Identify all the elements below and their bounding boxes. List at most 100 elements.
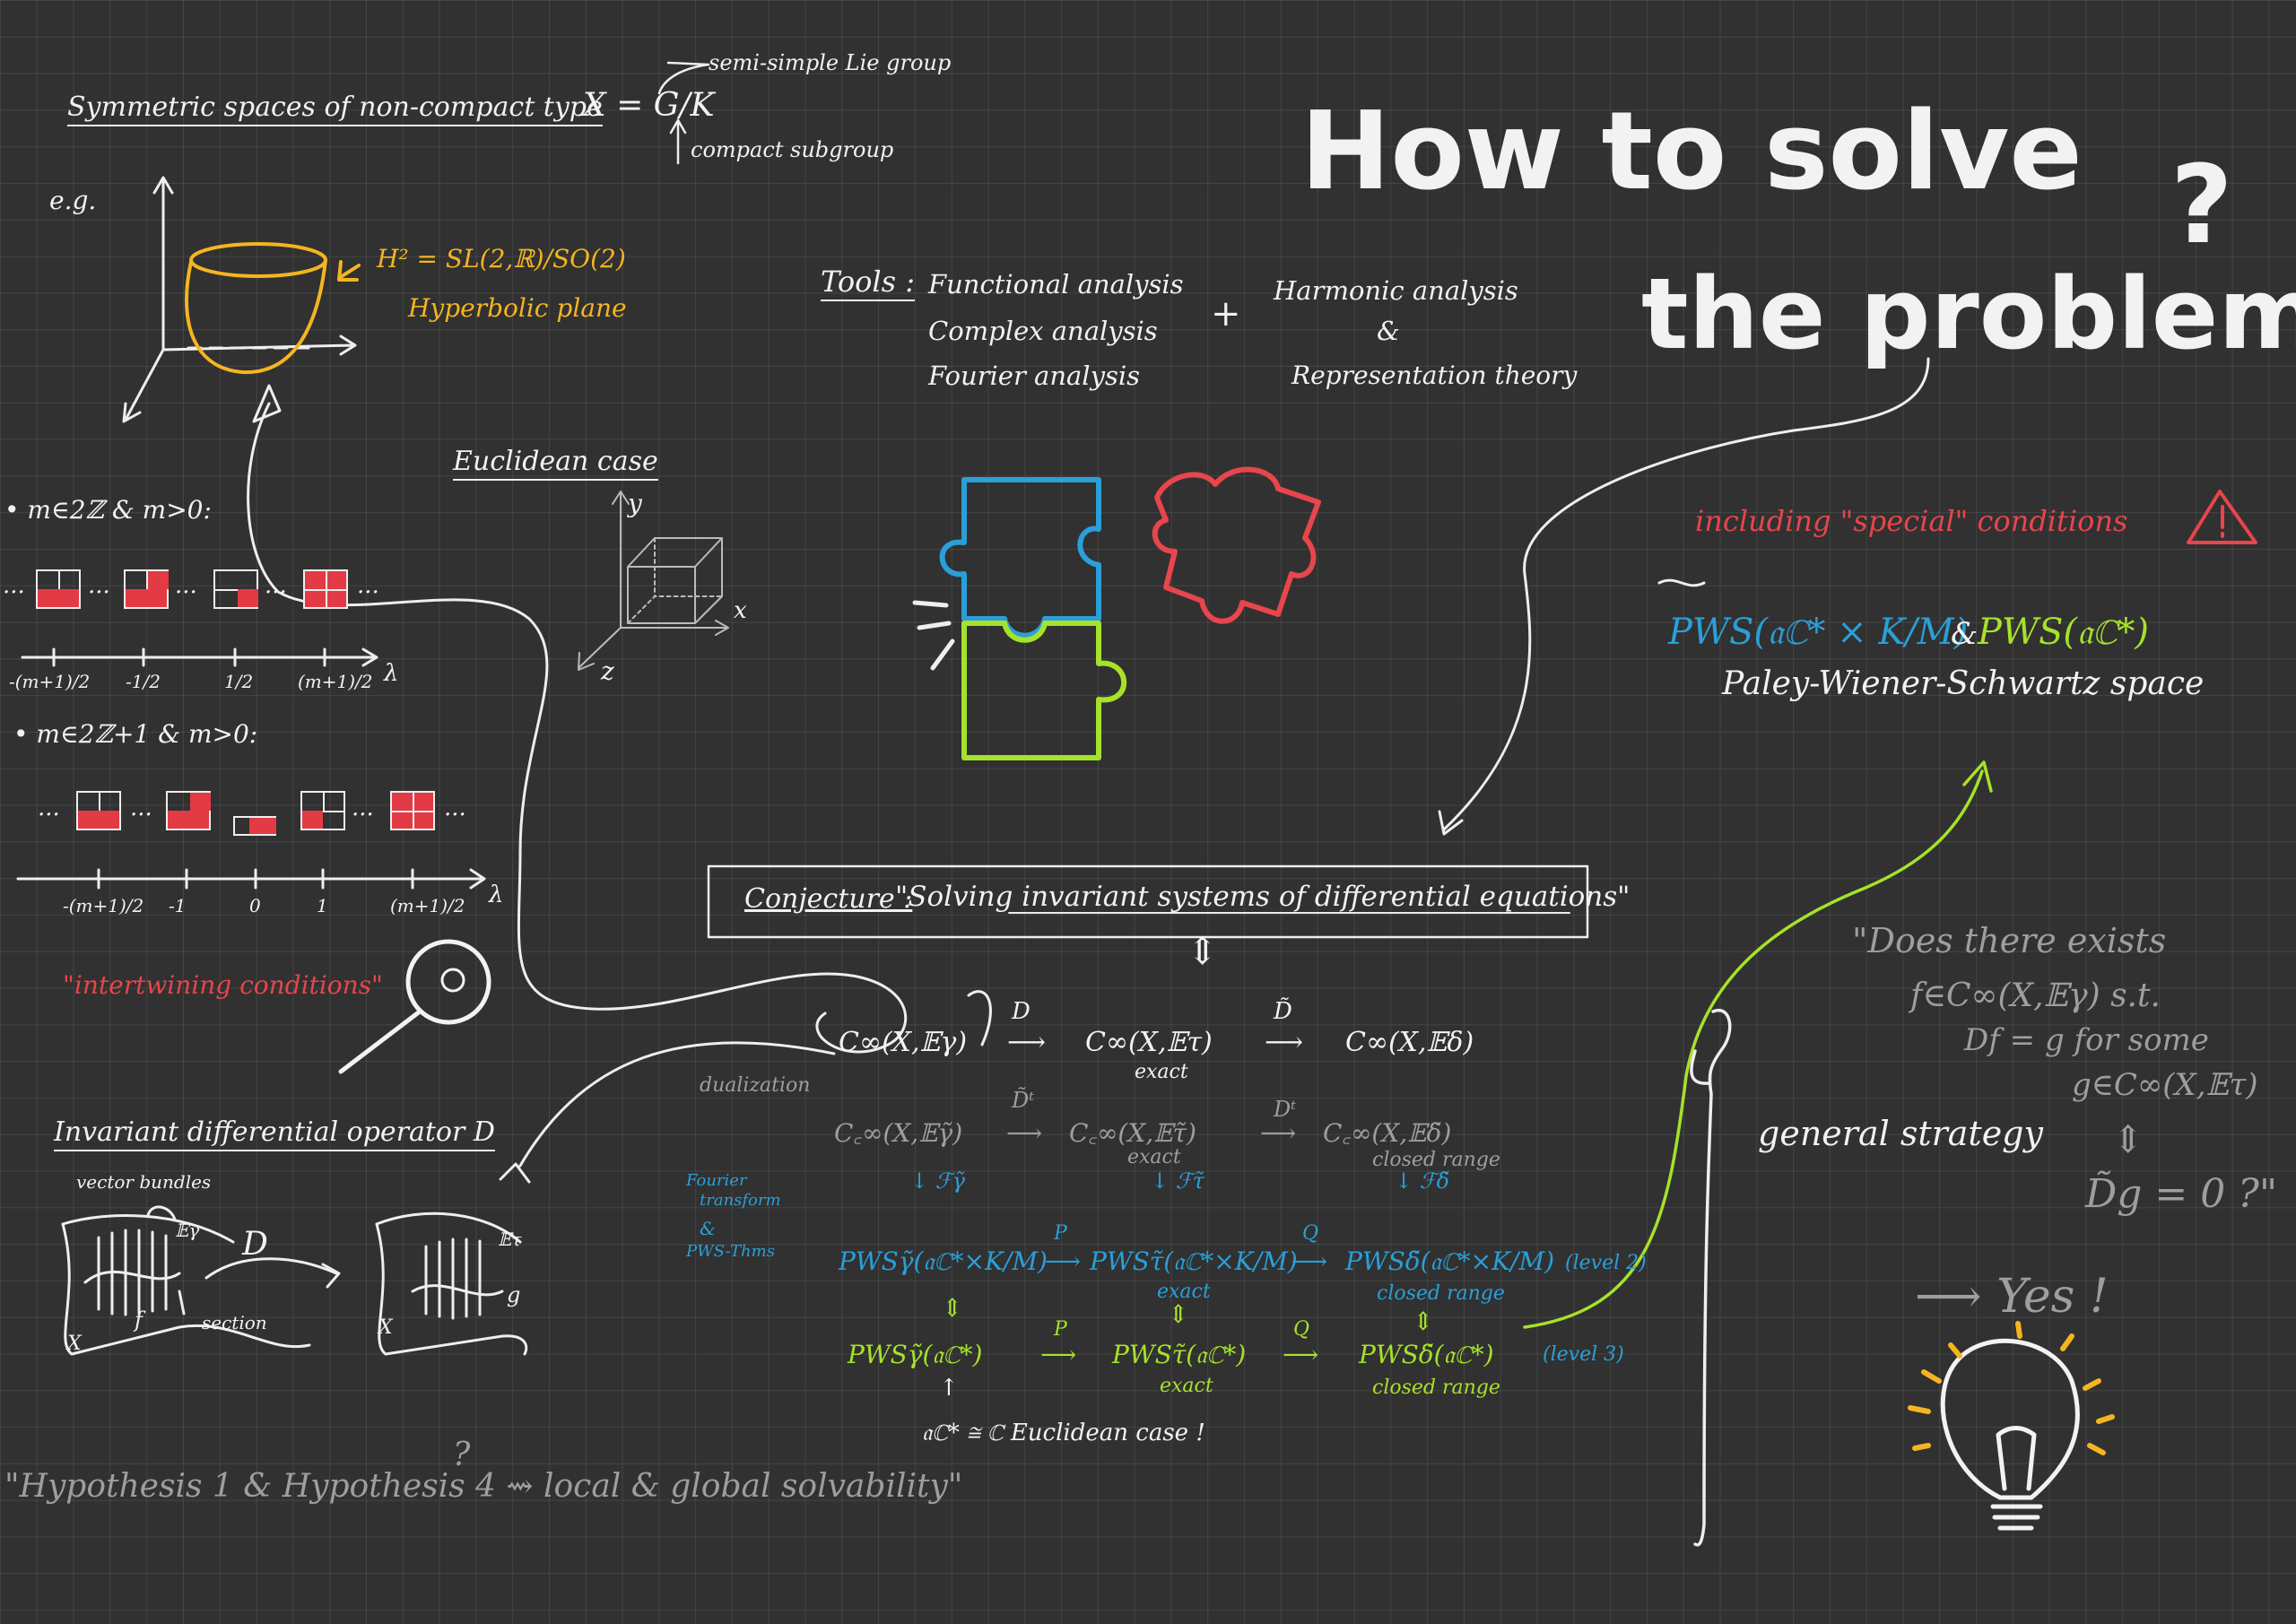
diagram-arrow: ⟶ <box>1007 1027 1047 1058</box>
spectrum-box <box>300 791 345 830</box>
question-line-1: "Does there exists <box>1852 921 2167 960</box>
question-equiv: ⇕ <box>2112 1117 2144 1161</box>
pws-blue: PWS(𝔞ℂ* × K/M) <box>1668 612 1969 653</box>
diagram-d-transpose: Dᵗ <box>1274 1097 1297 1122</box>
yes-label: ⟶ Yes ! <box>1915 1270 2109 1324</box>
spectrum-dots: ... <box>444 795 466 821</box>
spectrum-box <box>166 791 211 830</box>
diagram-d-label: D <box>1012 998 1031 1025</box>
odd-tick-5: (m+1)/2 <box>390 895 465 916</box>
even-m-label: • m∈2ℤ & m>0: <box>4 495 212 525</box>
semisimple-label: semi-simple Lie group <box>709 50 952 75</box>
f-label: f <box>135 1307 143 1333</box>
spectrum-box <box>390 791 435 830</box>
spectrum-dots: ... <box>130 795 152 821</box>
including-special-conditions: including "special" conditions <box>1695 504 2128 538</box>
representation-theory: Representation theory <box>1292 360 1578 390</box>
lambda-label: λ <box>384 660 399 687</box>
even-tick-2: -1/2 <box>126 671 161 692</box>
vector-bundles-label: vector bundles <box>76 1171 212 1193</box>
intertwining-conditions: "intertwining conditions" <box>63 970 383 1000</box>
question-line-4: g∈C∞(X,𝔼τ) <box>2072 1067 2258 1103</box>
title-line-1: How to solve <box>1300 90 2083 214</box>
conjecture-equiv: ⇕ <box>1187 929 1219 973</box>
diagram-p-label: P <box>1054 1222 1067 1245</box>
diagram-arrow: ⟶ <box>1265 1027 1304 1058</box>
harmonic-analysis: Harmonic analysis <box>1274 275 1518 306</box>
pws-green: PWS(𝔞ℂ*) <box>1978 612 2150 653</box>
section-label: section <box>202 1312 267 1333</box>
diagram-arrow: ⟶ <box>1040 1340 1077 1369</box>
diagram-closed-range-label: closed range <box>1372 1149 1500 1171</box>
question-line-6: D̃g = 0 ?" <box>2085 1171 2278 1217</box>
invariant-operator-title: Invariant differential operator D <box>54 1119 495 1151</box>
euclidean-case-note: 𝔞ℂ* ≅ ℂ Euclidean case ! <box>922 1420 1205 1446</box>
diagram-d-tilde-label: D̃ <box>1274 998 1292 1025</box>
hypothesis-question-mark: ? <box>453 1437 471 1473</box>
conjecture-label: Conjecture : <box>744 883 913 915</box>
diagram-c-infty-gamma: C∞(X,𝔼γ) <box>839 1027 968 1058</box>
lambda-label: λ <box>489 881 504 908</box>
e-tau-label: 𝔼τ <box>498 1229 522 1250</box>
diagram-q-label: Q <box>1293 1318 1310 1341</box>
odd-tick-1: -(m+1)/2 <box>63 895 144 916</box>
eg-label: e.g. <box>49 186 97 215</box>
fourier-arrow-delta: ↓ ℱδ̃ <box>1395 1168 1450 1194</box>
tools-item-fourier: Fourier analysis <box>928 360 1141 391</box>
even-tick-3: 1/2 <box>224 671 254 692</box>
question-line-2: f∈C∞(X,𝔼γ) s.t. <box>1910 977 2161 1014</box>
odd-tick-2: -1 <box>169 895 187 916</box>
fourier-arrow-gamma: ↓ ℱγ̃ <box>910 1168 965 1194</box>
euclidean-axis-z: z <box>601 656 614 686</box>
paley-wiener-schwartz: Paley-Wiener-Schwartz space <box>1722 665 2205 702</box>
operator-d-label: D <box>242 1226 268 1263</box>
spectrum-box <box>213 569 258 609</box>
symmetric-spaces-heading: Symmetric spaces of non-compact type <box>67 94 603 126</box>
question-line-3: Df = g for some <box>1964 1022 2209 1058</box>
tools-amp: & <box>1377 316 1400 346</box>
updown-arrow: ⇕ <box>942 1293 963 1323</box>
tools-item-functional: Functional analysis <box>928 269 1184 300</box>
x-label: X <box>67 1333 82 1355</box>
compact-subgroup-label: compact subgroup <box>691 137 894 162</box>
spectrum-dots: ... <box>38 795 60 821</box>
updown-arrow: ⇕ <box>1413 1307 1434 1336</box>
conjecture-text: "Solving invariant systems of differenti… <box>895 881 1631 913</box>
diagram-cc-gamma: C꜀∞(X,𝔼γ̃) <box>834 1118 963 1148</box>
pws-delta: PWSδ̃(𝔞ℂ*) <box>1359 1340 1494 1369</box>
level-2-label: (level 2) <box>1565 1252 1647 1274</box>
title-question-mark: ? <box>2170 143 2233 268</box>
spectrum-box <box>36 569 81 609</box>
diagram-c-infty-tau: C∞(X,𝔼τ) <box>1085 1027 1213 1058</box>
diagram-cc-delta: C꜀∞(X,𝔼δ̃) <box>1323 1118 1452 1148</box>
spectrum-dots: ... <box>352 795 374 821</box>
h2-formula: H² = SL(2,ℝ)/SO(2) <box>377 244 626 274</box>
pws-gamma-k-m: PWSγ̃(𝔞ℂ*×K/M) <box>839 1246 1048 1276</box>
even-tick-4: (m+1)/2 <box>298 671 373 692</box>
spectrum-dots: ... <box>357 572 379 599</box>
pws-tau-k-m: PWSτ̃(𝔞ℂ*×K/M) <box>1090 1246 1298 1276</box>
spectrum-dots: ... <box>88 572 110 599</box>
pws-delta-k-m: PWSδ̃(𝔞ℂ*×K/M) <box>1345 1246 1555 1276</box>
diagram-p-label: P <box>1054 1318 1067 1341</box>
hypothesis-statement: "Hypothesis 1 & Hypothesis 4 ⇝ local & g… <box>4 1468 963 1505</box>
diagram-arrow: ⟶ <box>1292 1246 1328 1276</box>
spectrum-dots: ... <box>265 572 287 599</box>
spectrum-box <box>76 791 121 830</box>
fourier-label-2: transform <box>700 1191 781 1210</box>
fourier-label-1: Fourier <box>686 1171 747 1190</box>
diagram-arrow: ⟶ <box>1260 1118 1297 1148</box>
even-tick-1: -(m+1)/2 <box>9 671 91 692</box>
pws-gamma: PWSγ̃(𝔞ℂ*) <box>848 1340 983 1369</box>
diagram-closed-range-label: closed range <box>1377 1282 1505 1305</box>
updown-arrow: ⇕ <box>1168 1299 1189 1329</box>
general-strategy-label: general strategy <box>1758 1114 2043 1153</box>
x-label: X <box>378 1316 393 1339</box>
odd-tick-4: 1 <box>317 895 328 916</box>
up-arrow: ↑ <box>939 1375 959 1402</box>
tools-item-complex: Complex analysis <box>928 316 1158 346</box>
dualization-label: dualization <box>700 1074 811 1097</box>
g-label: g <box>507 1282 521 1307</box>
diagram-c-infty-delta: C∞(X,𝔼δ) <box>1345 1027 1474 1058</box>
euclidean-axis-y: y <box>628 489 642 518</box>
